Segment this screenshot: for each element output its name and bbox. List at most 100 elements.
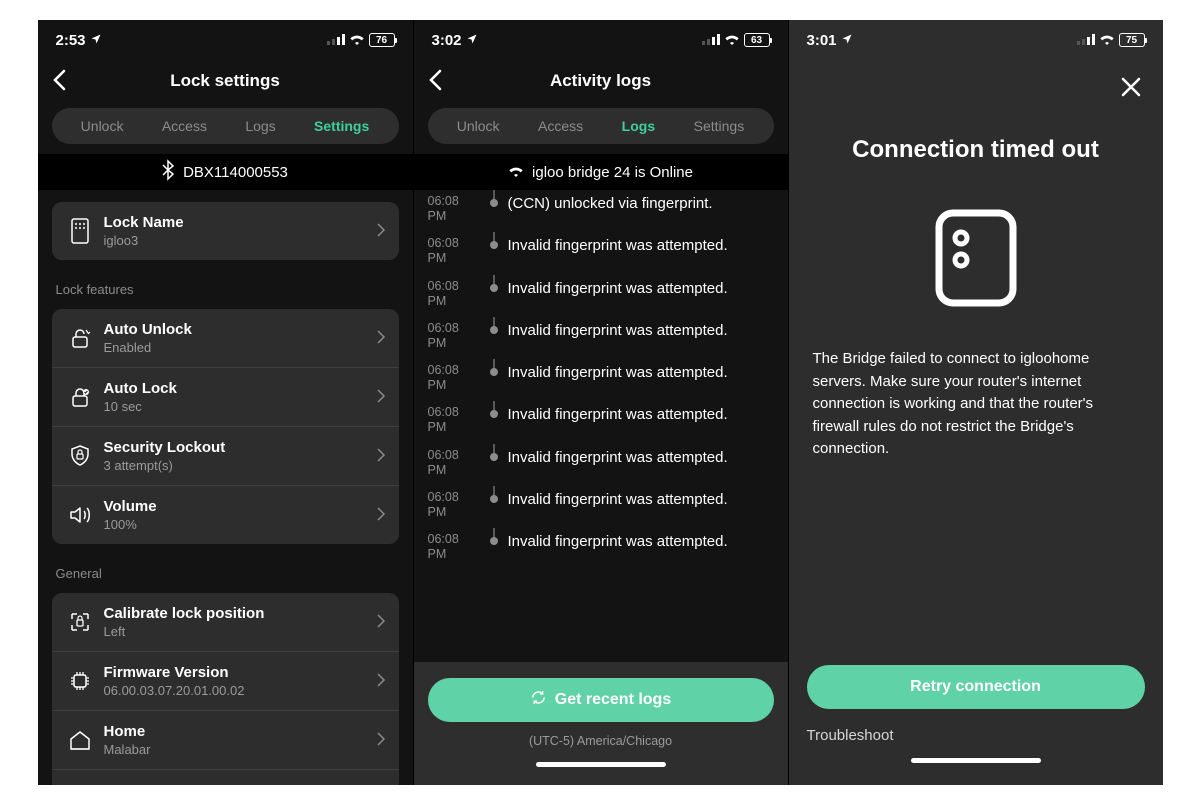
location-services-icon — [90, 32, 102, 49]
log-entry: 06:08PMInvalid fingerprint was attempted… — [428, 275, 774, 317]
log-time: 06:08PM — [428, 275, 480, 309]
chevron-right-icon — [377, 732, 385, 749]
chevron-right-icon — [377, 507, 385, 524]
get-recent-logs-button[interactable]: Get recent logs — [428, 678, 774, 722]
status-bar: 2:53 76 — [38, 20, 413, 60]
screen-connection-error: 3:01 75 Connection t — [788, 20, 1163, 785]
timeline-dot-icon — [490, 410, 498, 418]
device-row: DBX114000553 — [38, 154, 413, 190]
status-time: 3:02 — [432, 32, 462, 49]
row-value: Enabled — [104, 340, 377, 355]
error-title: Connection timed out — [789, 136, 1163, 164]
retry-connection-button[interactable]: Retry connection — [807, 665, 1145, 709]
row-value: Left — [104, 624, 377, 639]
chevron-right-icon — [377, 673, 385, 690]
auto-lock-icon — [64, 385, 96, 409]
row-value: 06.00.03.07.20.01.00.02 — [104, 683, 377, 698]
logs-list[interactable]: 06:08PM(CCN) unlocked via fingerprint.06… — [414, 190, 788, 576]
row-value: 10 sec — [104, 399, 377, 414]
chevron-right-icon — [377, 614, 385, 631]
tab-bar: Unlock Access Logs Settings — [428, 108, 774, 144]
status-time: 2:53 — [56, 32, 86, 49]
troubleshoot-button[interactable]: Troubleshoot — [807, 727, 894, 744]
auto-unlock-icon — [64, 326, 96, 350]
page-title: Lock settings — [38, 71, 413, 91]
log-text: Invalid fingerprint was attempted. — [508, 232, 774, 274]
log-entry: 06:08PM Invalid fingerprint was attempted… — [428, 444, 774, 486]
home-indicator[interactable] — [911, 758, 1041, 763]
timeline-dot-icon — [490, 199, 498, 207]
log-text: Invalid fingerprint was attempted. — [508, 401, 774, 443]
tab-logs[interactable]: Logs — [614, 118, 663, 134]
status-time: 3:01 — [807, 32, 837, 49]
cell-signal-icon — [1077, 32, 1095, 49]
row-title: Volume — [104, 498, 377, 515]
timeline-dot-icon — [490, 453, 498, 461]
row-value: 100% — [104, 517, 377, 532]
chevron-right-icon — [377, 389, 385, 406]
log-entry: 06:08PMInvalid fingerprint was attempted… — [428, 232, 774, 274]
log-text: Invalid fingerprint was attempted. — [508, 486, 774, 528]
wifi-icon — [724, 32, 740, 49]
row-home[interactable]: HomeMalabar — [52, 710, 399, 769]
log-time: 06:08PM — [428, 444, 480, 478]
tab-logs[interactable]: Logs — [237, 118, 283, 134]
refresh-icon — [530, 689, 547, 711]
log-text: Invalid fingerprint was attempted. — [508, 359, 774, 401]
close-button[interactable] — [1119, 74, 1143, 106]
tab-unlock[interactable]: Unlock — [449, 118, 508, 134]
row-auto-lock[interactable]: Auto Lock 10 sec — [52, 367, 399, 426]
row-title: Home — [104, 723, 377, 740]
row-calibrate-lock-position[interactable]: Calibrate lock position Left — [52, 593, 399, 651]
wifi-icon — [508, 164, 524, 181]
timeline-dot-icon — [490, 537, 498, 545]
tab-unlock[interactable]: Unlock — [73, 118, 132, 134]
tab-access[interactable]: Access — [530, 118, 591, 134]
log-text: Invalid fingerprint was attempted. — [508, 444, 774, 486]
battery-icon: 75 — [1119, 33, 1145, 47]
cell-signal-icon — [702, 32, 720, 49]
back-button[interactable] — [428, 69, 442, 94]
log-time: 06:08PM — [428, 401, 480, 435]
log-entry: 06:08PM Invalid fingerprint was attempted… — [428, 359, 774, 401]
log-entry: 06:08PMInvalid fingerprint was attempted… — [428, 317, 774, 359]
section-label-features: Lock features — [56, 282, 395, 297]
shield-icon — [64, 444, 96, 468]
tab-access[interactable]: Access — [154, 118, 215, 134]
row-linked-devices[interactable]: Linked Devices — [52, 769, 399, 785]
tab-settings[interactable]: Settings — [686, 118, 753, 134]
row-auto-unlock[interactable]: Auto UnlockEnabled — [52, 309, 399, 367]
row-lock-name[interactable]: Lock Name igloo3 — [52, 202, 399, 260]
log-text: Invalid fingerprint was attempted. — [508, 317, 774, 359]
timezone-label: (UTC-5) America/Chicago — [428, 734, 774, 748]
device-id: DBX114000553 — [183, 164, 288, 181]
wifi-icon — [1099, 32, 1115, 49]
bridge-status-row: igloo bridge 24 is Online — [414, 154, 788, 190]
back-button[interactable] — [52, 69, 66, 94]
log-time: 06:08PM — [428, 528, 480, 562]
status-bar: 3:01 75 — [789, 20, 1163, 60]
chip-icon — [64, 669, 96, 693]
log-time: 06:08PM — [428, 486, 480, 520]
timeline-dot-icon — [490, 241, 498, 249]
location-services-icon — [466, 32, 478, 49]
screen-lock-settings: 2:53 76 Lock settings — [38, 20, 413, 785]
row-title: Calibrate lock position — [104, 605, 377, 622]
tab-settings[interactable]: Settings — [306, 118, 377, 134]
home-indicator[interactable] — [536, 762, 666, 767]
row-security-lockout[interactable]: Security Lockout3 attempt(s) — [52, 426, 399, 485]
row-volume[interactable]: Volume 100% — [52, 485, 399, 544]
wifi-icon — [349, 32, 365, 49]
speaker-icon — [64, 504, 96, 526]
nav-header: Lock settings — [38, 60, 413, 102]
log-text: Invalid fingerprint was attempted. — [508, 528, 774, 570]
cell-signal-icon — [327, 32, 345, 49]
lock-name-title: Lock Name — [104, 214, 377, 231]
status-bar: 3:02 63 — [414, 20, 788, 60]
tab-bar: Unlock Access Logs Settings — [52, 108, 399, 144]
row-firmware-version[interactable]: Firmware Version06.00.03.07.20.01.00.02 — [52, 651, 399, 710]
row-title: Auto Lock — [104, 380, 377, 397]
keypad-icon — [64, 218, 96, 244]
log-time: 06:08PM — [428, 359, 480, 393]
timeline-dot-icon — [490, 368, 498, 376]
